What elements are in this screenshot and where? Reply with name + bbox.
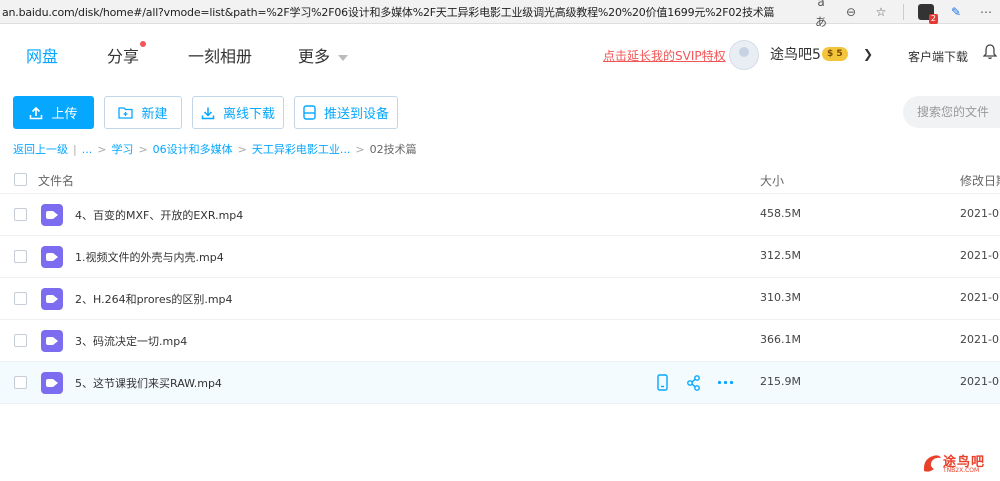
breadcrumb-separator: > <box>237 143 247 156</box>
breadcrumb-separator: | <box>73 143 77 156</box>
new-folder-label: 新建 <box>141 107 168 122</box>
extension-badge-count: 2 <box>928 14 938 24</box>
breadcrumb-separator: > <box>138 143 148 156</box>
upload-label: 上传 <box>51 107 78 122</box>
breadcrumb: 返回上一级 |... > 学习 >06设计和多媒体 > 天工异彩电影工业... >02技术篇 <box>13 141 417 157</box>
nav-item-share[interactable]: 分享 <box>107 43 139 67</box>
breadcrumb-separator: > <box>97 143 107 156</box>
row-checkbox[interactable] <box>14 376 27 389</box>
push-to-device-button[interactable]: 推送到设备 <box>294 96 398 129</box>
offline-download-label: 离线下载 <box>222 107 275 122</box>
more-actions-icon[interactable] <box>717 374 734 391</box>
file-row[interactable]: 5、这节课我们来买RAW.mp4 215.9M 2021-07 <box>0 362 1000 404</box>
file-date: 2021-07 <box>960 375 1000 388</box>
top-navigation: 网盘 分享 一刻相册 更多 点击延长我的SVIP特权 途鸟吧5 $ 5 ❯ 客户… <box>0 24 1000 84</box>
file-date: 2021-07 <box>960 207 1000 220</box>
file-row[interactable]: 1.视频文件的外壳与内壳.mp4 312.5M 2021-07 <box>0 236 1000 278</box>
file-size: 310.3M <box>760 291 801 304</box>
file-row[interactable]: 4、百变的MXF、开放的EXR.mp4 458.5M 2021-07 <box>0 194 1000 236</box>
avatar[interactable] <box>729 40 759 70</box>
bell-icon[interactable] <box>983 44 997 60</box>
file-name[interactable]: 5、这节课我们来买RAW.mp4 <box>75 375 222 391</box>
video-file-icon <box>41 288 63 310</box>
column-header-size[interactable]: 大小 <box>760 172 784 189</box>
more-menu-icon[interactable]: ⋯ <box>978 2 994 22</box>
nav-item-album[interactable]: 一刻相册 <box>188 43 252 67</box>
file-row[interactable]: 2、H.264和prores的区别.mp4 310.3M 2021-07 <box>0 278 1000 320</box>
video-file-icon <box>41 246 63 268</box>
user-menu-chevron-icon[interactable]: ❯ <box>863 47 873 61</box>
row-checkbox[interactable] <box>14 208 27 221</box>
row-checkbox[interactable] <box>14 334 27 347</box>
nav-item-netdisk[interactable]: 网盘 <box>26 43 58 67</box>
file-size: 458.5M <box>760 207 801 220</box>
column-header-date[interactable]: 修改日期 <box>960 172 1000 189</box>
username[interactable]: 途鸟吧5 <box>770 44 821 64</box>
share-icon[interactable] <box>686 374 701 391</box>
row-checkbox[interactable] <box>14 292 27 305</box>
video-file-icon <box>41 330 63 352</box>
push-to-device-label: 推送到设备 <box>323 107 389 122</box>
watermark-bird-icon <box>923 455 941 472</box>
breadcrumb-current: 02技术篇 <box>369 143 417 156</box>
vip-level-badge: $ 5 <box>822 47 848 61</box>
file-date: 2021-07 <box>960 291 1000 304</box>
watermark-logo: 途鸟吧 TNB2X.COM <box>921 449 997 477</box>
send-to-phone-icon[interactable] <box>655 374 670 391</box>
file-size: 215.9M <box>760 375 801 388</box>
column-header-name[interactable]: 文件名 <box>38 172 74 189</box>
nav-item-more-label: 更多 <box>298 47 331 66</box>
watermark-subtext: TNB2X.COM <box>943 467 980 474</box>
upload-button[interactable]: 上传 <box>13 96 94 129</box>
video-file-icon <box>41 372 63 394</box>
file-name[interactable]: 1.视频文件的外壳与内壳.mp4 <box>75 249 224 265</box>
svip-renew-link[interactable]: 点击延长我的SVIP特权 <box>603 47 726 64</box>
favorite-star-icon[interactable]: ☆ <box>873 2 889 22</box>
browser-address-bar: an.baidu.com/disk/home#/all?vmode=list&p… <box>0 0 1000 29</box>
toolbar-divider <box>903 4 904 20</box>
pen-extension-icon[interactable]: ✎ <box>948 2 964 22</box>
row-checkbox[interactable] <box>14 250 27 263</box>
upload-icon <box>30 106 43 119</box>
file-size: 366.1M <box>760 333 801 346</box>
new-folder-icon <box>118 107 134 119</box>
file-list-header: 文件名 大小 修改日期 <box>0 166 1000 194</box>
file-size: 312.5M <box>760 249 801 262</box>
breadcrumb-separator: > <box>355 143 365 156</box>
breadcrumb-ellipsis[interactable]: ... <box>82 143 93 156</box>
breadcrumb-item-course[interactable]: 天工异彩电影工业... <box>252 143 351 156</box>
file-date: 2021-07 <box>960 333 1000 346</box>
new-folder-button[interactable]: 新建 <box>104 96 182 129</box>
select-all-checkbox[interactable] <box>14 173 27 186</box>
row-actions <box>655 374 734 391</box>
chevron-down-icon <box>338 54 349 61</box>
offline-download-button[interactable]: 离线下载 <box>192 96 284 129</box>
nav-item-more[interactable]: 更多 <box>298 43 349 67</box>
device-icon <box>303 105 316 120</box>
file-list: 文件名 大小 修改日期 4、百变的MXF、开放的EXR.mp4 458.5M 2… <box>0 166 1000 404</box>
file-row[interactable]: 3、码流决定一切.mp4 366.1M 2021-07 <box>0 320 1000 362</box>
file-name[interactable]: 3、码流决定一切.mp4 <box>75 333 187 349</box>
extension-icon[interactable]: 2 <box>918 4 938 24</box>
file-name[interactable]: 4、百变的MXF、开放的EXR.mp4 <box>75 207 243 223</box>
notification-dot <box>140 41 146 47</box>
video-file-icon <box>41 204 63 226</box>
url-text[interactable]: an.baidu.com/disk/home#/all?vmode=list&p… <box>0 4 810 20</box>
file-toolbar: 上传 新建 离线下载 推送到设备 <box>0 96 1000 130</box>
breadcrumb-item-design[interactable]: 06设计和多媒体 <box>153 143 233 156</box>
zoom-icon[interactable]: ⊖ <box>843 2 859 22</box>
breadcrumb-item-study[interactable]: 学习 <box>111 143 133 156</box>
search-input[interactable] <box>903 96 1000 128</box>
client-download-link[interactable]: 客户端下载 <box>908 48 968 65</box>
file-name[interactable]: 2、H.264和prores的区别.mp4 <box>75 291 233 307</box>
breadcrumb-back-link[interactable]: 返回上一级 <box>13 143 68 156</box>
file-date: 2021-07 <box>960 249 1000 262</box>
download-icon <box>201 107 215 119</box>
